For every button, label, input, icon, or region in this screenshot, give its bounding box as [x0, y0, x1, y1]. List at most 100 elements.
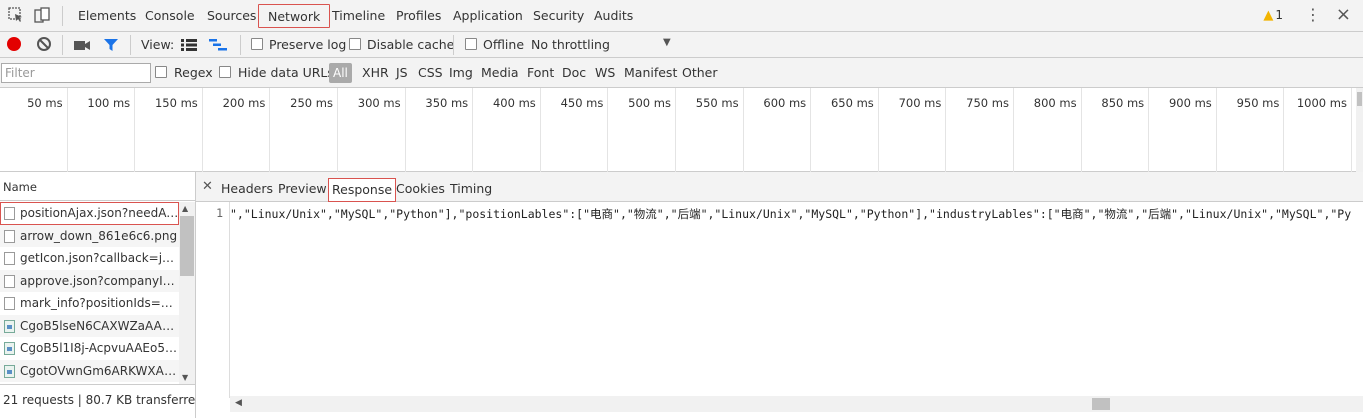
- chevron-down-icon[interactable]: ▼: [663, 37, 671, 48]
- offline-checkbox[interactable]: [465, 38, 477, 50]
- filter-bar: Regex Hide data URLs All XHR JS CSS Img …: [0, 58, 1363, 88]
- timeline-gridline: 950 ms: [1217, 88, 1285, 172]
- type-filter-font[interactable]: Font: [527, 65, 554, 80]
- filter-icon[interactable]: [104, 38, 118, 55]
- timeline-gridline: 100 ms: [68, 88, 136, 172]
- timeline-gridline: 650 ms: [811, 88, 879, 172]
- scrollbar-thumb[interactable]: [180, 216, 194, 276]
- timeline-tick-label: 700 ms: [898, 96, 942, 110]
- tab-timing[interactable]: Timing: [450, 181, 492, 196]
- request-row[interactable]: positionAjax.json?needAdd...: [0, 202, 179, 225]
- type-filter-all[interactable]: All: [329, 63, 352, 83]
- capture-screenshots-icon[interactable]: [74, 39, 90, 54]
- record-icon[interactable]: [7, 37, 21, 51]
- timeline-scrollbar[interactable]: [1356, 88, 1363, 172]
- request-row[interactable]: CgotOVwnGm6ARKWXAAA...: [0, 359, 179, 382]
- type-filter-other[interactable]: Other: [682, 65, 718, 80]
- preserve-log-checkbox[interactable]: [251, 38, 263, 50]
- timeline-gridline: 350 ms: [406, 88, 474, 172]
- clear-icon[interactable]: [37, 37, 51, 51]
- request-name: mark_info?positionIds=609...: [20, 296, 179, 310]
- more-options-icon[interactable]: ⋮: [1305, 6, 1321, 24]
- line-number-gutter: 1: [196, 202, 230, 398]
- type-filter-ws[interactable]: WS: [595, 65, 615, 80]
- tab-timeline[interactable]: Timeline: [324, 4, 393, 28]
- close-icon[interactable]: ×: [1336, 5, 1351, 25]
- horizontal-scrollbar[interactable]: ◀: [230, 396, 1363, 412]
- type-filter-img[interactable]: Img: [449, 65, 473, 80]
- request-list-scrollbar[interactable]: ▲ ▼: [179, 202, 195, 384]
- type-filter-manifest[interactable]: Manifest: [624, 65, 677, 80]
- timeline-gridline: 550 ms: [676, 88, 744, 172]
- tab-cookies[interactable]: Cookies: [396, 181, 445, 196]
- tab-preview[interactable]: Preview: [278, 181, 327, 196]
- large-rows-icon[interactable]: [181, 39, 197, 54]
- timeline-gridline: 500 ms: [608, 88, 676, 172]
- request-row[interactable]: arrow_down_861e6c6.png: [0, 224, 179, 247]
- timeline-tick-label: 150 ms: [154, 96, 198, 110]
- tab-sources[interactable]: Sources: [199, 4, 264, 28]
- timeline-tick-label: 250 ms: [290, 96, 333, 110]
- scroll-up-icon[interactable]: ▲: [182, 204, 188, 213]
- type-filter-js[interactable]: JS: [396, 65, 408, 80]
- request-row[interactable]: getIcon.json?callback=jQue...: [0, 247, 179, 270]
- regex-checkbox[interactable]: [155, 66, 167, 78]
- tab-console[interactable]: Console: [137, 4, 203, 28]
- timeline-tick-label: 500 ms: [628, 96, 671, 110]
- timeline-tick-label: 1000 ms: [1296, 96, 1347, 110]
- request-name: approve.json?companyIds=...: [20, 273, 179, 288]
- request-name: getIcon.json?callback=jQue...: [20, 251, 179, 265]
- tab-audits[interactable]: Audits: [586, 4, 641, 28]
- timeline-gridline: 700 ms: [879, 88, 947, 172]
- regex-label: Regex: [174, 65, 213, 80]
- file-icon: [4, 274, 15, 288]
- hide-data-urls-checkbox[interactable]: [219, 66, 231, 78]
- request-row[interactable]: CgoB5l1I8j-AcpvuAAEo5wu...: [0, 337, 179, 360]
- timeline-tick-label: 350 ms: [425, 96, 469, 110]
- offline-label: Offline: [483, 37, 525, 52]
- request-summary: 21 requests | 80.7 KB transferred: [3, 393, 203, 407]
- disable-cache-checkbox[interactable]: [349, 38, 361, 50]
- request-row[interactable]: approve.json?companyIds=...: [0, 269, 179, 292]
- scroll-left-icon[interactable]: ◀: [235, 398, 242, 408]
- timeline-overview[interactable]: 1000 ms 950 ms 900 ms 850 ms 800 ms 750 ms 700…: [0, 88, 1363, 172]
- close-icon[interactable]: ✕: [202, 179, 213, 194]
- type-filter-css[interactable]: CSS: [418, 65, 443, 80]
- tab-security[interactable]: Security: [525, 4, 592, 28]
- timeline-gridline: 300 ms: [338, 88, 406, 172]
- type-filter-xhr[interactable]: XHR: [362, 65, 389, 80]
- toolbar-divider: [130, 35, 131, 55]
- type-filter-media[interactable]: Media: [481, 65, 519, 80]
- filter-input[interactable]: [1, 63, 151, 83]
- tab-application[interactable]: Application: [445, 4, 531, 28]
- timeline-tick-label: 950 ms: [1236, 96, 1280, 110]
- view-label: View:: [141, 37, 175, 52]
- timeline-gridline: 850 ms: [1082, 88, 1150, 172]
- tab-headers[interactable]: Headers: [221, 181, 273, 196]
- file-icon: [4, 297, 15, 310]
- device-toolbar-icon[interactable]: [34, 7, 50, 23]
- scrollbar-thumb[interactable]: [1092, 398, 1110, 410]
- scroll-down-icon[interactable]: ▼: [182, 373, 188, 382]
- toolbar-divider: [453, 35, 454, 55]
- request-name: CgoB5lseN6CAXWZaAAAQ...: [20, 318, 179, 333]
- inspect-element-icon[interactable]: [8, 7, 24, 23]
- file-icon: [4, 229, 15, 243]
- tab-network[interactable]: Network: [258, 4, 331, 28]
- tab-elements[interactable]: Elements: [70, 4, 144, 28]
- request-row[interactable]: mark_info?positionIds=609...: [0, 292, 179, 315]
- response-text[interactable]: ","Linux/Unix","MySQL","Python"],"positi…: [230, 206, 1363, 222]
- file-icon: [4, 252, 15, 265]
- type-filter-doc[interactable]: Doc: [562, 65, 586, 80]
- warning-counter[interactable]: ▲ 1: [1263, 8, 1283, 23]
- timeline-tick-label: 50 ms: [27, 96, 63, 110]
- timeline-tick-label: 550 ms: [695, 96, 739, 110]
- file-icon: [4, 207, 15, 220]
- overview-waterfall-icon[interactable]: [209, 39, 227, 54]
- tab-response[interactable]: Response: [328, 178, 397, 202]
- tab-profiles[interactable]: Profiles: [388, 4, 449, 28]
- response-viewer[interactable]: 1 ","Linux/Unix","MySQL","Python"],"posi…: [196, 202, 1363, 398]
- request-row[interactable]: CgoB5lseN6CAXWZaAAAQ...: [0, 314, 179, 337]
- name-column-header[interactable]: Name: [0, 172, 195, 201]
- throttling-select[interactable]: No throttling: [531, 37, 610, 52]
